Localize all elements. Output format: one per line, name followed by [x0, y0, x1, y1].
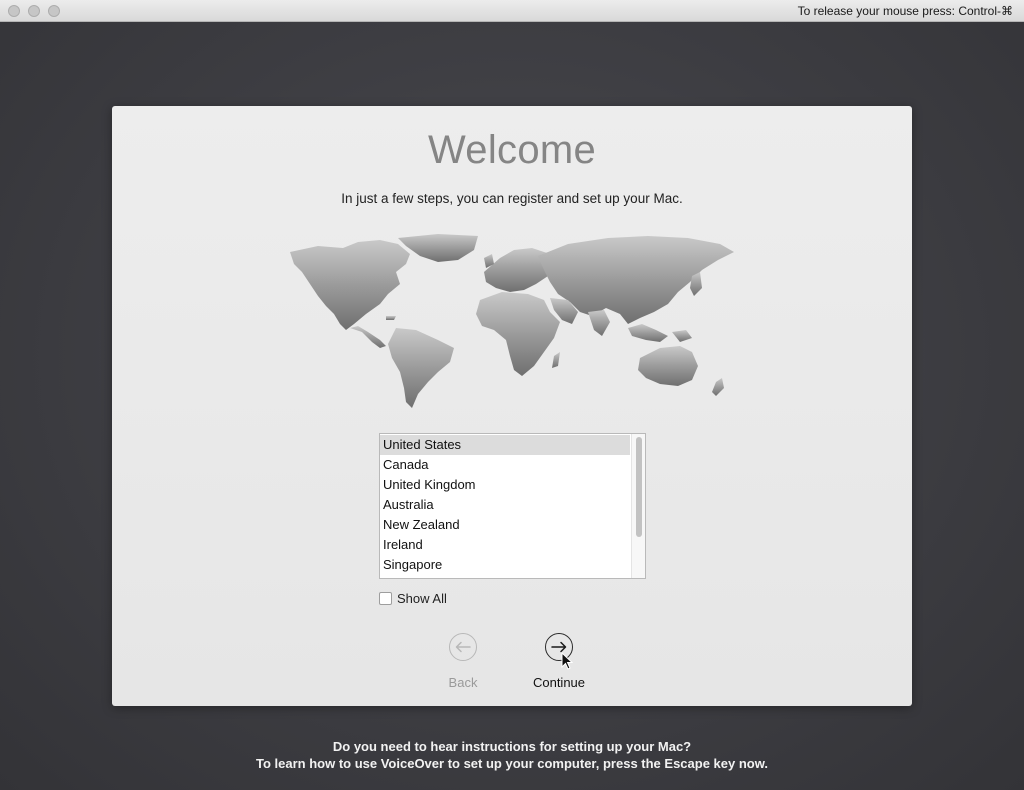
back-button[interactable]: Back: [423, 633, 503, 690]
country-item-australia[interactable]: Australia: [380, 495, 630, 515]
close-window-button[interactable]: [8, 5, 20, 17]
country-item-singapore[interactable]: Singapore: [380, 555, 630, 575]
mouse-release-hint: To release your mouse press: Control-⌘: [797, 4, 1013, 18]
country-item-united-kingdom[interactable]: United Kingdom: [380, 475, 630, 495]
window-titlebar: To release your mouse press: Control-⌘: [0, 0, 1024, 22]
back-label: Back: [448, 675, 478, 690]
minimize-window-button[interactable]: [28, 5, 40, 17]
voiceover-hint: Do you need to hear instructions for set…: [0, 738, 1024, 772]
world-map-icon: [290, 234, 734, 408]
show-all-option[interactable]: Show All: [379, 590, 447, 606]
mouse-cursor-icon: [561, 652, 573, 670]
show-all-label[interactable]: Show All: [397, 591, 447, 606]
voiceover-hint-line2: To learn how to use VoiceOver to set up …: [256, 756, 768, 771]
country-item-ireland[interactable]: Ireland: [380, 535, 630, 555]
setup-assistant-panel: Welcome In just a few steps, you can reg…: [112, 106, 912, 706]
arrow-left-circle-icon[interactable]: [449, 633, 477, 661]
continue-button[interactable]: Continue: [519, 633, 599, 690]
show-all-checkbox[interactable]: [379, 591, 392, 605]
continue-label: Continue: [532, 675, 586, 690]
country-list[interactable]: United States Canada United Kingdom Aust…: [379, 433, 646, 579]
scrollbar-thumb[interactable]: [636, 437, 642, 537]
voiceover-hint-line1: Do you need to hear instructions for set…: [332, 739, 692, 754]
country-item-new-zealand[interactable]: New Zealand: [380, 515, 630, 535]
page-title: Welcome: [427, 128, 597, 172]
country-item-canada[interactable]: Canada: [380, 455, 630, 475]
list-scrollbar[interactable]: [631, 434, 645, 578]
zoom-window-button[interactable]: [48, 5, 60, 17]
page-subtitle: In just a few steps, you can register an…: [341, 191, 683, 206]
country-item-united-states[interactable]: United States: [380, 435, 630, 455]
